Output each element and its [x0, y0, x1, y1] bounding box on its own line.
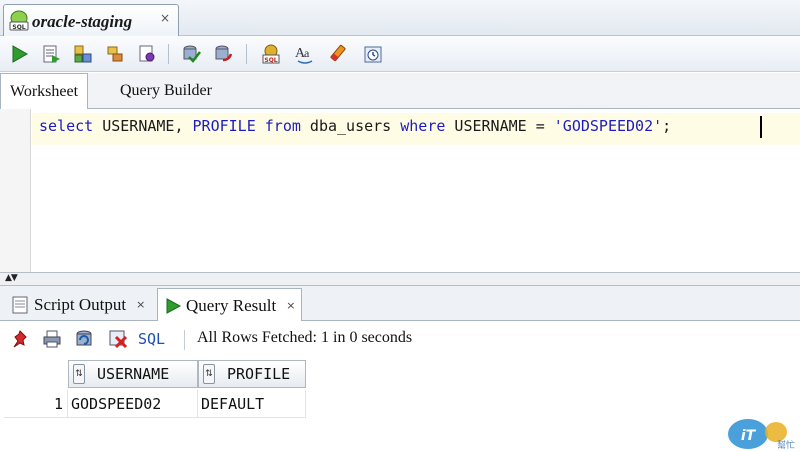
column-header-label: USERNAME — [97, 365, 170, 383]
document-tab-close-icon[interactable]: × — [160, 11, 170, 25]
ithome-watermark-logo: iT 幫忙 — [724, 412, 800, 452]
watermark-logo-graphic: iT 幫忙 — [728, 419, 795, 451]
document-tab-bar: SQL oracle-staging × — [0, 0, 800, 37]
run-script-button[interactable] — [38, 41, 64, 67]
pin-icon — [13, 330, 27, 348]
column-header-username[interactable]: ⇅ USERNAME — [68, 360, 198, 388]
delete-button[interactable] — [106, 327, 130, 351]
code-text: USERNAME, — [93, 117, 193, 135]
sql-link[interactable]: SQL — [138, 330, 165, 348]
commit-button[interactable] — [178, 41, 204, 67]
autotrace-icon — [74, 45, 92, 63]
refresh-button[interactable] — [72, 327, 96, 351]
worksheet-subtabs: Worksheet Query Builder — [0, 73, 800, 110]
svg-text:SQL: SQL — [264, 57, 277, 64]
svg-text:iT: iT — [741, 428, 757, 444]
keyword-where: where — [400, 117, 446, 135]
sql-tuning-button[interactable] — [134, 41, 160, 67]
run-script-icon — [43, 45, 60, 63]
column-sort-icon[interactable]: ⇅ — [203, 364, 215, 384]
tab-script-output[interactable]: Script Output × — [4, 288, 151, 321]
document-tab-title: oracle-staging — [32, 12, 133, 31]
string-literal: 'GODSPEED02' — [553, 117, 663, 135]
to-upper-lower-button[interactable]: Aa — [292, 41, 318, 67]
explain-plan-icon — [107, 46, 123, 62]
sql-tuning-icon — [139, 45, 155, 62]
sql-editor[interactable]: select USERNAME, PROFILE from dba_users … — [0, 109, 800, 272]
sql-statement: select USERNAME, PROFILE from dba_users … — [39, 117, 671, 135]
worksheet-toolbar: SQL Aa — [0, 36, 800, 72]
splitter-arrows-icon[interactable]: ▲▼ — [5, 273, 18, 283]
tab-worksheet[interactable]: Worksheet — [0, 73, 89, 110]
result-tabs: Script Output × Query Result × — [0, 286, 800, 322]
tab-query-result[interactable]: Query Result × — [157, 288, 303, 322]
document-tab-oracle-staging[interactable]: SQL oracle-staging × — [3, 4, 179, 37]
to-upper-lower-icon: Aa — [295, 46, 313, 64]
unshared-sql-worksheet-icon: SQL — [262, 44, 280, 64]
query-result-play-icon — [166, 297, 182, 314]
row-number: 1 — [4, 390, 68, 418]
print-icon — [43, 330, 61, 348]
explain-plan-button[interactable] — [102, 41, 128, 67]
text-caret — [760, 116, 762, 138]
script-output-icon — [12, 296, 28, 313]
cell-username[interactable]: GODSPEED02 — [68, 390, 198, 418]
column-header-profile[interactable]: ⇅ PROFILE — [198, 360, 306, 388]
code-text: dba_users — [300, 117, 401, 135]
run-statement-button[interactable] — [6, 41, 32, 67]
editor-gutter — [0, 109, 31, 272]
tab-query-result-label: Query Result — [186, 295, 277, 315]
tab-script-output-label: Script Output — [34, 294, 127, 314]
sql-history-icon — [364, 46, 382, 63]
freeze-view-button[interactable] — [8, 327, 32, 351]
tab-query-result-close-icon[interactable]: × — [286, 299, 295, 312]
fetch-status: All Rows Fetched: 1 in 0 seconds — [197, 329, 413, 346]
tab-script-output-close-icon[interactable]: × — [136, 298, 145, 311]
result-toolbar-separator — [184, 330, 185, 350]
unshared-sql-worksheet-button[interactable]: SQL — [258, 41, 284, 67]
delete-icon — [109, 330, 128, 349]
clear-eraser-icon — [330, 44, 346, 62]
clear-button[interactable] — [326, 41, 352, 67]
commit-icon — [183, 45, 201, 63]
print-button[interactable] — [40, 327, 64, 351]
code-text: ; — [662, 117, 672, 135]
run-statement-icon — [12, 45, 29, 63]
svg-text:SQL: SQL — [12, 24, 25, 31]
code-text: USERNAME = — [445, 117, 554, 135]
svg-text:幫忙: 幫忙 — [777, 439, 795, 451]
cell-profile[interactable]: DEFAULT — [198, 390, 306, 418]
result-toolbar: SQL All Rows Fetched: 1 in 0 seconds — [0, 321, 800, 357]
autotrace-button[interactable] — [70, 41, 96, 67]
toolbar-separator — [168, 44, 169, 64]
sql-history-button[interactable] — [360, 41, 386, 67]
tab-query-builder[interactable]: Query Builder — [111, 73, 221, 109]
keyword-select: select — [39, 117, 94, 135]
column-sort-icon[interactable]: ⇅ — [73, 364, 85, 384]
toolbar-separator — [246, 44, 247, 64]
svg-text:a: a — [304, 46, 310, 60]
keyword-from: from — [264, 117, 301, 135]
sql-worksheet-icon: SQL — [9, 10, 29, 31]
editor-results-splitter[interactable]: ▲▼ — [0, 272, 800, 286]
rollback-button[interactable] — [210, 41, 236, 67]
refresh-icon — [76, 330, 92, 346]
column-header-label: PROFILE — [227, 365, 291, 383]
keyword-profile: PROFILE — [192, 117, 256, 135]
rollback-icon — [215, 45, 233, 62]
